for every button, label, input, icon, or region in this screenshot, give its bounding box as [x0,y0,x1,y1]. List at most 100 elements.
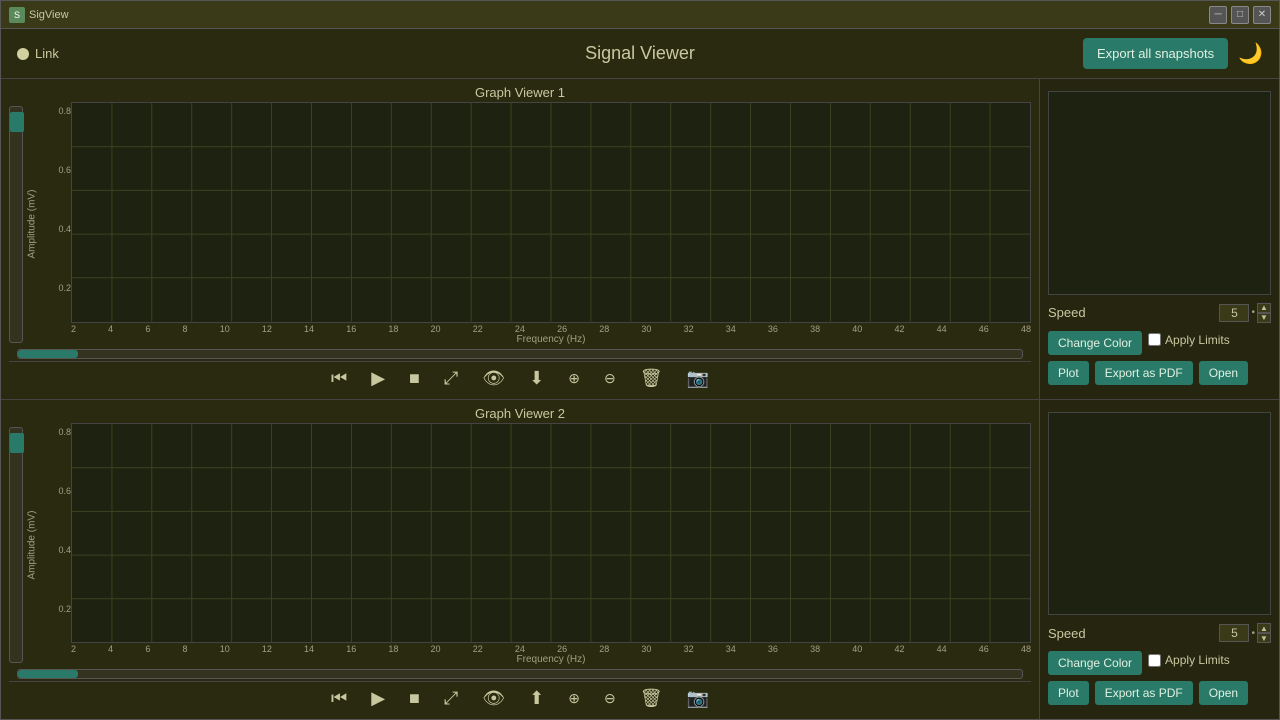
graph1-controls: ⏮ ▶ ■ ⤢ 👁 ⬇ ⊕ ⊖ 🗑 📷 [9,361,1031,395]
maximize-button[interactable]: □ [1231,6,1249,24]
graph1-slider-handle[interactable] [10,112,24,132]
speed-label-2: Speed [1048,626,1086,641]
speed-dot-1: • [1251,307,1255,318]
graph2-controls: ⏮ ▶ ■ ⤢ 👁 ⬆ ⊕ ⊖ 🗑 📷 [9,681,1031,715]
apply-limits-label-1: Apply Limits [1165,333,1230,347]
export-snapshots-button[interactable]: Export all snapshots [1083,38,1228,69]
graph1-snapshot-button[interactable]: 📷 [683,366,713,391]
app-title: Signal Viewer [585,43,695,64]
graph1-zoom-out-button[interactable]: ⊖ [600,368,620,389]
speed-down-1[interactable]: ▼ [1257,313,1271,323]
plot-button-1[interactable]: Plot [1048,361,1089,385]
graph1-plot[interactable] [71,102,1031,323]
link-indicator: Link [17,46,59,61]
close-button[interactable]: ✕ [1253,6,1271,24]
export-pdf-button-1[interactable]: Export as PDF [1095,361,1193,385]
side-panel-2: Speed 5 • ▲ ▼ Change Color [1040,400,1279,720]
apply-limits-label-2: Apply Limits [1165,653,1230,667]
graph1-wrapper: Amplitude (mV) 0.8 0.6 0.4 0.2 [9,102,1031,347]
speed-row-1: Speed 5 • ▲ ▼ [1048,303,1271,323]
minimize-button[interactable]: ─ [1209,6,1227,24]
window-title: SigView [29,9,1209,21]
graph2-play-button[interactable]: ▶ [367,686,389,711]
graph2-plot[interactable] [71,423,1031,644]
open-button-1[interactable]: Open [1199,361,1248,385]
link-label: Link [35,46,59,61]
apply-limits-row-2: Apply Limits [1148,653,1230,667]
speed-value-2: 5 [1219,624,1249,642]
graph1-title: Graph Viewer 1 [9,85,1031,100]
speed-spinner-1[interactable]: ▲ ▼ [1257,303,1271,323]
speed-down-2[interactable]: ▼ [1257,633,1271,643]
graph1-progress-slider[interactable] [17,349,1023,359]
graph2-eye-button[interactable]: 👁 [478,686,509,711]
open-button-2[interactable]: Open [1199,681,1248,705]
graph1-x-axis-label: Frequency (Hz) [71,334,1031,345]
speed-value-1: 5 [1219,304,1249,322]
graph1-play-button[interactable]: ▶ [367,366,389,391]
speed-dot-2: • [1251,628,1255,639]
change-color-button-1[interactable]: Change Color [1048,331,1142,355]
export-pdf-button-2[interactable]: Export as PDF [1095,681,1193,705]
graph2-progress-slider[interactable] [17,669,1023,679]
graph2-section: Graph Viewer 2 Amplitude (mV) 0.8 0.6 0.… [1,400,1039,720]
graph2-stop-button[interactable]: ■ [405,686,424,711]
graph1-slider-fill [18,350,78,358]
graph1-y-ticks: 0.8 0.6 0.4 0.2 [41,102,71,347]
link-dot [17,48,29,60]
graph2-y-axis-label: Amplitude (mV) [23,423,41,668]
title-bar: S SigView ─ □ ✕ [1,1,1279,29]
graph2-left-slider[interactable] [9,427,23,664]
speed-value-box-2: 5 • ▲ ▼ [1219,623,1271,643]
apply-limits-row-1: Apply Limits [1148,333,1230,347]
app-header: Link Signal Viewer Export all snapshots … [1,29,1279,79]
side-panel-1-plot [1048,91,1271,295]
graphs-panel: Graph Viewer 1 Amplitude (mV) 0.8 0.6 0.… [1,79,1039,719]
action-buttons-row-1: Plot Export as PDF Open [1048,361,1271,385]
graph1-section: Graph Viewer 1 Amplitude (mV) 0.8 0.6 0.… [1,79,1039,399]
speed-spinner-2[interactable]: ▲ ▼ [1257,623,1271,643]
graph1-y-axis-label: Amplitude (mV) [23,102,41,347]
speed-row-2: Speed 5 • ▲ ▼ [1048,623,1271,643]
graph2-expand-button[interactable]: ⤢ [440,686,462,711]
graph2-x-axis-label: Frequency (Hz) [71,654,1031,665]
speed-up-2[interactable]: ▲ [1257,623,1271,633]
graph1-delete-button[interactable]: 🗑 [636,366,667,391]
apply-limits-checkbox-1[interactable] [1148,333,1161,346]
apply-limits-checkbox-2[interactable] [1148,654,1161,667]
graph2-upload-button[interactable]: ⬆ [525,686,548,711]
graph2-zoom-in-button[interactable]: ⊕ [564,688,584,709]
graph2-slider-fill [18,670,78,678]
main-window: S SigView ─ □ ✕ Link Signal Viewer Expor… [0,0,1280,720]
window-controls: ─ □ ✕ [1209,6,1271,24]
graph2-y-ticks: 0.8 0.6 0.4 0.2 [41,423,71,668]
graph1-stop-button[interactable]: ■ [405,366,424,391]
change-color-button-2[interactable]: Change Color [1048,651,1142,675]
graph2-rewind-button[interactable]: ⏮ [327,686,351,711]
buttons-row-2: Change Color Apply Limits [1048,651,1271,675]
app-icon: S [9,7,25,23]
speed-up-1[interactable]: ▲ [1257,303,1271,313]
graph2-slider-handle[interactable] [10,433,24,453]
side-panel-2-plot [1048,412,1271,616]
graph2-title: Graph Viewer 2 [9,406,1031,421]
side-panel-1: Speed 5 • ▲ ▼ Change Color [1040,79,1279,400]
graph1-expand-button[interactable]: ⤢ [440,366,462,391]
speed-value-box-1: 5 • ▲ ▼ [1219,303,1271,323]
plot-button-2[interactable]: Plot [1048,681,1089,705]
graph1-rewind-button[interactable]: ⏮ [327,366,351,391]
graph1-zoom-in-button[interactable]: ⊕ [564,368,584,389]
graph2-delete-button[interactable]: 🗑 [636,686,667,711]
graph2-snapshot-button[interactable]: 📷 [683,686,713,711]
graph1-eye-button[interactable]: 👁 [478,366,509,391]
action-buttons-row-2: Plot Export as PDF Open [1048,681,1271,705]
buttons-row-1: Change Color Apply Limits [1048,331,1271,355]
graph1-download-button[interactable]: ⬇ [525,366,548,391]
graph1-left-slider[interactable] [9,106,23,343]
graph2-zoom-out-button[interactable]: ⊖ [600,688,620,709]
side-panel: Speed 5 • ▲ ▼ Change Color [1039,79,1279,719]
main-content: Graph Viewer 1 Amplitude (mV) 0.8 0.6 0.… [1,79,1279,719]
theme-toggle-button[interactable]: 🌙 [1238,44,1263,64]
speed-label-1: Speed [1048,305,1086,320]
graph2-wrapper: Amplitude (mV) 0.8 0.6 0.4 0.2 [9,423,1031,668]
